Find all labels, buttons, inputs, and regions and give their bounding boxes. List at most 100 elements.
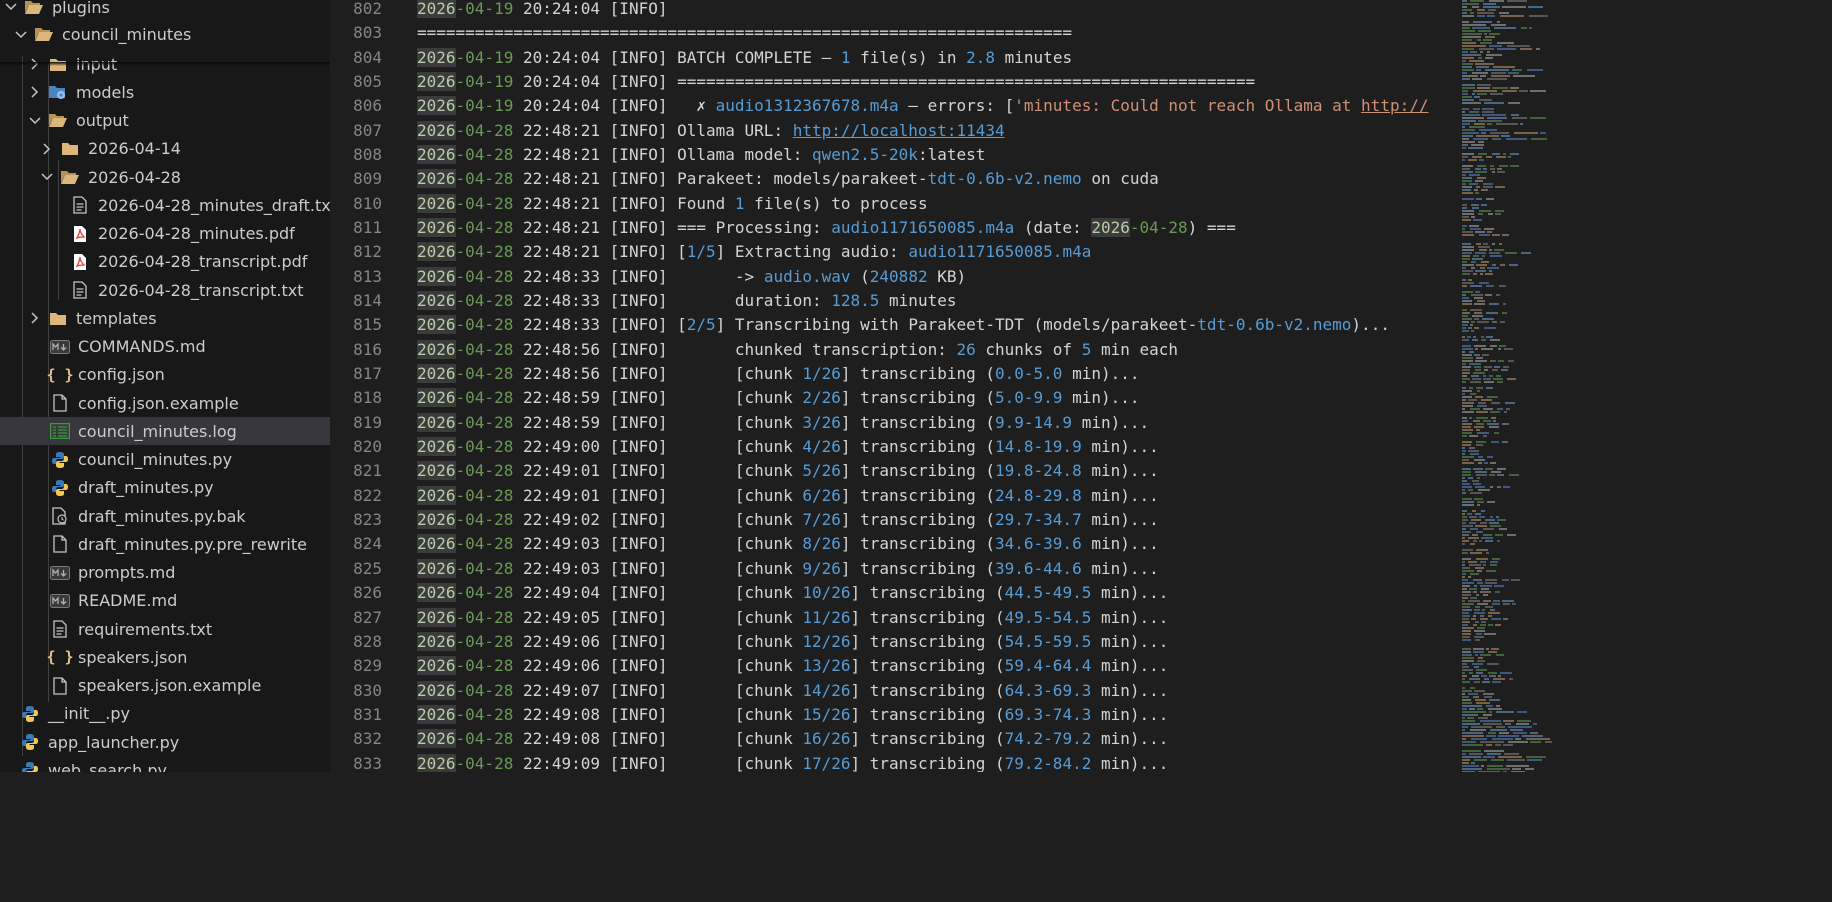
log-line-text: 2026-04-19 20:24:04 [INFO] BATCH COMPLET…	[417, 47, 1073, 67]
log-line[interactable]: 815 2026-04-28 22:48:33 [INFO] [2/5] Tran…	[330, 313, 1460, 337]
file-draft-minutes-py-bak[interactable]: draft_minutes.py.bak	[0, 502, 330, 530]
log-line[interactable]: 830 2026-04-28 22:49:07 [INFO] [chunk 14/…	[330, 679, 1460, 703]
file-config-json-example[interactable]: config.json.example	[0, 389, 330, 417]
line-number: 805	[353, 72, 382, 92]
log-line-text: 2026-04-28 22:49:00 [INFO] [chunk 4/26] …	[417, 437, 1159, 457]
log-line-text: 2026-04-28 22:49:06 [INFO] [chunk 12/26]…	[417, 631, 1169, 651]
tree-item-label: README.md	[78, 591, 178, 611]
log-date: 2026-04-28	[417, 510, 514, 530]
log-line[interactable]: 833 2026-04-28 22:49:09 [INFO] [chunk 17/…	[330, 752, 1460, 772]
file-speakers-json-example[interactable]: speakers.json.example	[0, 672, 330, 700]
file-config-json[interactable]: { } config.json	[0, 361, 330, 389]
log-line[interactable]: 810 2026-04-28 22:48:21 [INFO] Found 1 fi…	[330, 192, 1460, 216]
log-line[interactable]: 818 2026-04-28 22:48:59 [INFO] [chunk 2/2…	[330, 386, 1460, 410]
editor-log-view[interactable]: 802 2026-04-19 20:24:04 [INFO] 803 ========…	[330, 0, 1460, 772]
folder-council-minutes[interactable]: council_minutes	[0, 20, 330, 49]
log-line[interactable]: 826 2026-04-28 22:49:04 [INFO] [chunk 10/…	[330, 581, 1460, 605]
folder-templates[interactable]: templates	[0, 304, 330, 332]
log-line[interactable]: 828 2026-04-28 22:49:06 [INFO] [chunk 12/…	[330, 630, 1460, 654]
log-line[interactable]: 807 2026-04-28 22:48:21 [INFO] Ollama URL…	[330, 119, 1460, 143]
line-number: 802	[353, 0, 382, 18]
chevron-right-icon[interactable]	[28, 78, 42, 106]
file-prompts-md[interactable]: prompts.md	[0, 559, 330, 587]
log-line[interactable]: 803 =====================================…	[330, 21, 1460, 45]
tree-item-label: COMMANDS.md	[78, 337, 206, 356]
log-line-text: 2026-04-28 22:48:56 [INFO] chunked trans…	[417, 339, 1179, 359]
line-number: 810	[353, 193, 382, 213]
log-line[interactable]: 808 2026-04-28 22:48:21 [INFO] Ollama mod…	[330, 143, 1460, 167]
log-line-text: 2026-04-28 22:48:21 [INFO] Ollama model:…	[417, 145, 986, 165]
file-2026-04-28-minutes-draft-txt[interactable]: 2026-04-28_minutes_draft.txt	[0, 191, 330, 219]
line-number: 826	[353, 583, 382, 603]
log-line[interactable]: 802 2026-04-19 20:24:04 [INFO]	[330, 0, 1460, 21]
log-line[interactable]: 806 2026-04-19 20:24:04 [INFO] ✗ audio131…	[330, 94, 1460, 118]
log-line[interactable]: 822 2026-04-28 22:49:01 [INFO] [chunk 6/2…	[330, 484, 1460, 508]
log-line[interactable]: 821 2026-04-28 22:49:01 [INFO] [chunk 5/2…	[330, 459, 1460, 483]
log-date: 2026-04-28	[417, 583, 514, 603]
tree-item-label: draft_minutes.py.bak	[78, 506, 246, 526]
file-2026-04-28-transcript-txt[interactable]: 2026-04-28_transcript.txt	[0, 276, 330, 304]
chevron-down-icon[interactable]	[40, 163, 54, 191]
log-line-text: 2026-04-28 22:49:07 [INFO] [chunk 14/26]…	[417, 680, 1169, 700]
log-line[interactable]: 812 2026-04-28 22:48:21 [INFO] [1/5] Extr…	[330, 240, 1460, 264]
folder-2026-04-14[interactable]: 2026-04-14	[0, 135, 330, 163]
chevron-down-icon[interactable]	[28, 107, 42, 135]
log-line[interactable]: 811 2026-04-28 22:48:21 [INFO] === Proces…	[330, 216, 1460, 240]
folder-plugins[interactable]: plugins	[0, 0, 330, 21]
log-line[interactable]: 814 2026-04-28 22:48:33 [INFO] duration: …	[330, 289, 1460, 313]
log-line[interactable]: 827 2026-04-28 22:49:05 [INFO] [chunk 11/…	[330, 606, 1460, 630]
folder-output[interactable]: output	[0, 107, 330, 135]
log-line[interactable]: 831 2026-04-28 22:49:08 [INFO] [chunk 15/…	[330, 703, 1460, 727]
line-number: 803	[353, 23, 382, 43]
chevron-down-icon[interactable]	[14, 21, 28, 49]
log-date: 2026-04-28	[417, 534, 514, 554]
log-line[interactable]: 819 2026-04-28 22:48:59 [INFO] [chunk 3/2…	[330, 411, 1460, 435]
log-line[interactable]: 816 2026-04-28 22:48:56 [INFO] chunked tr…	[330, 338, 1460, 362]
file-speakers-json[interactable]: { } speakers.json	[0, 643, 330, 671]
log-date: 2026-04-28	[417, 120, 514, 140]
tree-item-label: speakers.json	[78, 647, 188, 667]
markdown-icon	[50, 591, 70, 611]
log-date: 2026-04-28	[417, 485, 514, 505]
file-commands-md[interactable]: COMMANDS.md	[0, 333, 330, 361]
line-number: 808	[353, 145, 382, 165]
log-line[interactable]: 825 2026-04-28 22:49:03 [INFO] [chunk 9/2…	[330, 557, 1460, 581]
log-line[interactable]: 824 2026-04-28 22:49:03 [INFO] [chunk 8/2…	[330, 532, 1460, 556]
file-requirements-txt[interactable]: requirements.txt	[0, 615, 330, 643]
log-line[interactable]: 809 2026-04-28 22:48:21 [INFO] Parakeet: …	[330, 167, 1460, 191]
folder-models[interactable]: models	[0, 78, 330, 106]
file-2026-04-28-transcript-pdf[interactable]: 2026-04-28_transcript.pdf	[0, 248, 330, 276]
tree-item-label: __init__.py	[48, 704, 131, 724]
python-icon	[20, 732, 40, 752]
log-date: 2026-04-28	[417, 145, 514, 165]
file-init-py[interactable]: __init__.py	[0, 700, 330, 728]
log-line[interactable]: 832 2026-04-28 22:49:08 [INFO] [chunk 16/…	[330, 727, 1460, 751]
log-line[interactable]: 805 2026-04-19 20:24:04 [INFO] ==========…	[330, 70, 1460, 94]
folder-2026-04-28[interactable]: 2026-04-28	[0, 163, 330, 191]
file-draft-minutes-py-pre-rewrite[interactable]: draft_minutes.py.pre_rewrite	[0, 530, 330, 558]
json-icon: { }	[46, 365, 74, 384]
chevron-down-icon[interactable]	[4, 0, 18, 21]
file-web-search-py[interactable]: web_search.py	[0, 756, 330, 772]
log-line[interactable]: 804 2026-04-19 20:24:04 [INFO] BATCH COMP…	[330, 46, 1460, 70]
file-draft-minutes-py[interactable]: draft_minutes.py	[0, 474, 330, 502]
log-line-text: 2026-04-28 22:49:02 [INFO] [chunk 7/26] …	[417, 510, 1159, 530]
file-council-minutes-log[interactable]: council_minutes.log	[0, 417, 330, 446]
log-line[interactable]: 823 2026-04-28 22:49:02 [INFO] [chunk 7/2…	[330, 508, 1460, 532]
chevron-right-icon[interactable]	[40, 135, 54, 163]
file-readme-md[interactable]: README.md	[0, 587, 330, 615]
log-date: 2026-04-19	[417, 0, 514, 18]
log-line[interactable]: 813 2026-04-28 22:48:33 [INFO] -> audio.w…	[330, 265, 1460, 289]
pdf-file-icon	[70, 224, 90, 244]
log-date: 2026-04-19	[417, 96, 514, 116]
tree-item-label: config.json	[78, 365, 165, 385]
chevron-right-icon[interactable]	[28, 304, 42, 332]
log-line[interactable]: 820 2026-04-28 22:49:00 [INFO] [chunk 4/2…	[330, 435, 1460, 459]
file-2026-04-28-minutes-pdf[interactable]: 2026-04-28_minutes.pdf	[0, 220, 330, 248]
file-council-minutes-py[interactable]: council_minutes.py	[0, 446, 330, 474]
minimap[interactable]	[1460, 0, 1568, 772]
log-line[interactable]: 829 2026-04-28 22:49:06 [INFO] [chunk 13/…	[330, 654, 1460, 678]
log-line[interactable]: 817 2026-04-28 22:48:56 [INFO] [chunk 1/2…	[330, 362, 1460, 386]
file-app-launcher-py[interactable]: app_launcher.py	[0, 728, 330, 756]
log-line-text: 2026-04-28 22:49:01 [INFO] [chunk 5/26] …	[417, 461, 1159, 481]
